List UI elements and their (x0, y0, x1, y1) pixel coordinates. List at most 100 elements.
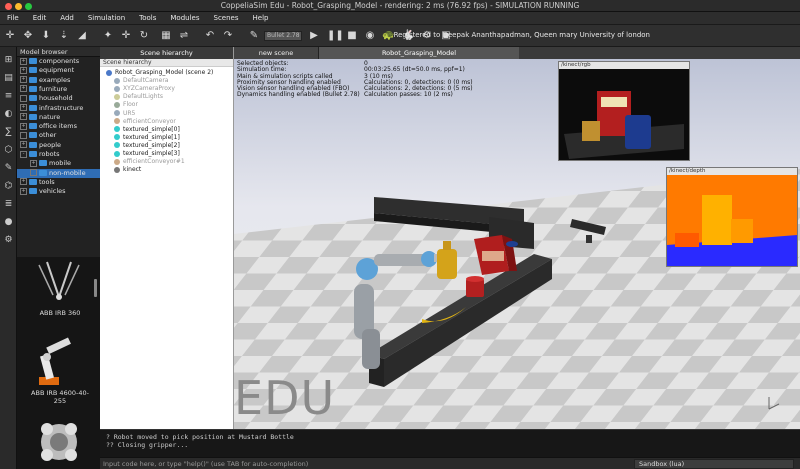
collections-icon[interactable]: ⬡ (3, 145, 14, 156)
user-settings-icon[interactable]: ⚙ (3, 235, 14, 246)
expander-icon[interactable]: + (20, 76, 27, 84)
camera-zoom-icon[interactable]: ⇣ (58, 30, 70, 42)
transfer-dna-icon[interactable]: ⇌ (178, 30, 190, 42)
tab-robot-grasping-model[interactable]: Robot_Grasping_Model (319, 47, 519, 59)
model-folder-household[interactable]: household (17, 94, 100, 103)
model-folder-tools[interactable]: + tools (17, 178, 100, 187)
scene-object-row[interactable]: XYZCameraProxy (114, 85, 175, 93)
expander-icon[interactable]: + (30, 159, 37, 167)
expander-icon[interactable] (20, 131, 27, 139)
redo-icon[interactable]: ↷ (222, 30, 234, 42)
assembly-icon[interactable]: ▦ (160, 30, 172, 42)
kinect-rgb-view[interactable]: /kinect/rgb (558, 61, 690, 161)
expander-icon[interactable]: + (20, 104, 27, 111)
page-select-icon[interactable]: ⊞ (3, 55, 14, 66)
model-browser-icon[interactable]: ▤ (3, 73, 14, 84)
menu-simulation[interactable]: Simulation (81, 12, 132, 22)
scene-object-row[interactable]: DefaultCamera (114, 77, 168, 85)
menu-scenes[interactable]: Scenes (207, 12, 246, 22)
model-folder-furniture[interactable]: + furniture (17, 85, 100, 94)
realtime-icon[interactable]: ◉ (364, 30, 376, 42)
model-folder-infrastructure[interactable]: + infrastructure (17, 104, 100, 113)
sandbox-select[interactable]: Sandbox (lua) (634, 459, 794, 469)
scene-object-row[interactable]: textured_simple[3] (114, 150, 180, 158)
model-folder-nature[interactable]: + nature (17, 113, 100, 122)
expander-icon[interactable] (30, 169, 37, 177)
scene-viewport[interactable]: Selected objects: Simulation time: Main … (234, 59, 800, 429)
expander-icon[interactable] (20, 94, 27, 102)
expander-icon[interactable]: + (20, 57, 27, 65)
scene-object-row[interactable]: textured_simple[0] (114, 126, 180, 134)
simulation-stats: Selected objects: Simulation time: Main … (237, 60, 473, 99)
camera-pan-icon[interactable]: ✛ (4, 30, 16, 42)
expander-icon[interactable]: + (20, 178, 27, 186)
slow-down-icon[interactable]: 🐢 (382, 30, 394, 42)
expander-icon[interactable]: + (20, 66, 27, 74)
scene-object-label: textured_simple[2] (123, 141, 180, 149)
stop-icon[interactable]: ■ (346, 30, 358, 42)
menu-add[interactable]: Add (53, 12, 81, 22)
camera-rotate-icon[interactable]: ✥ (22, 30, 34, 42)
expander-icon[interactable]: - (20, 150, 27, 158)
model-folder-components[interactable]: + components (17, 57, 100, 66)
scene-object-label: DefaultCamera (123, 77, 169, 85)
model-folder-examples[interactable]: + examples (17, 76, 100, 85)
shapes-icon[interactable]: ⌬ (3, 181, 14, 192)
expander-icon[interactable]: + (20, 113, 27, 121)
menu-edit[interactable]: Edit (26, 12, 54, 22)
model-folder-robots[interactable]: - robots (17, 150, 100, 159)
expander-icon[interactable]: + (20, 85, 27, 93)
layers-icon[interactable]: ≣ (3, 199, 14, 210)
model-folder-label: vehicles (39, 187, 66, 196)
scene-object-row[interactable]: textured_simple[1] (114, 134, 180, 142)
menu-file[interactable]: File (0, 12, 26, 22)
scripts-icon[interactable]: ✎ (3, 163, 14, 174)
model-folder-vehicles[interactable]: + vehicles (17, 187, 100, 196)
scene-hierarchy-tab[interactable]: Scene hierarchy (100, 47, 233, 59)
object-select-icon[interactable]: ✦ (102, 30, 114, 42)
expander-icon[interactable]: + (20, 187, 27, 195)
kinect-depth-view[interactable]: /kinect/depth (666, 167, 798, 267)
abb-irb-4600-image[interactable] (39, 337, 71, 385)
engine-select[interactable]: Bullet 2.78 (264, 31, 302, 41)
command-input-bar[interactable]: Input code here, or type "help()" (use T… (100, 457, 800, 469)
camera-angle-icon[interactable]: ◢ (76, 30, 88, 42)
camera-shift-icon[interactable]: ⬇ (40, 30, 52, 42)
scene-object-icon (114, 101, 120, 108)
pause-icon[interactable]: ❚❚ (327, 30, 344, 42)
scene-object-row[interactable]: efficientConveyor#1 (114, 158, 185, 166)
model-folder-label: household (39, 94, 73, 103)
scene-object-row[interactable]: Robot_Grasping_Model (scene 2) (106, 69, 213, 77)
menu-help[interactable]: Help (246, 12, 276, 22)
expander-icon[interactable]: + (20, 122, 27, 130)
dynamics-icon[interactable]: ✎ (248, 30, 260, 42)
undo-icon[interactable]: ↶ (204, 30, 216, 42)
scene-object-row[interactable]: UR5 (114, 110, 135, 118)
expander-icon[interactable]: + (20, 141, 27, 149)
scene-object-row[interactable]: DefaultLights (114, 93, 163, 101)
model-folder-equipment[interactable]: + equipment (17, 66, 100, 75)
scene-hierarchy-icon[interactable]: ≡ (3, 91, 14, 102)
scene-object-row[interactable]: kinect (114, 166, 141, 174)
model-folder-office-items[interactable]: + office items (17, 122, 100, 131)
robot-gripper-image[interactable] (41, 423, 77, 461)
object-rotate-icon[interactable]: ↻ (138, 30, 150, 42)
video-recorder-icon[interactable]: ● (3, 217, 14, 228)
object-shift-icon[interactable]: ✛ (120, 30, 132, 42)
model-folder-people[interactable]: + people (17, 141, 100, 150)
command-input[interactable]: Input code here, or type "help()" (use T… (103, 460, 308, 468)
scene-object-row[interactable]: efficientConveyor (114, 118, 176, 126)
model-folder-non-mobile[interactable]: non-mobile (17, 168, 100, 178)
menu-modules[interactable]: Modules (163, 12, 206, 22)
tab-new-scene[interactable]: new scene (234, 47, 319, 59)
thumbnail-scrollbar[interactable] (94, 279, 97, 297)
model-folder-other[interactable]: other (17, 131, 100, 140)
abb-irb-360-image[interactable] (38, 261, 80, 300)
scene-object-row[interactable]: textured_simple[2] (114, 142, 180, 150)
play-icon[interactable]: ▶ (308, 30, 320, 42)
object-properties-icon[interactable]: ◐ (3, 109, 14, 120)
model-folder-mobile[interactable]: + mobile (17, 159, 100, 168)
menu-tools[interactable]: Tools (132, 12, 163, 22)
calculation-modules-icon[interactable]: ∑ (3, 127, 14, 138)
scene-object-row[interactable]: Floor (114, 101, 138, 109)
